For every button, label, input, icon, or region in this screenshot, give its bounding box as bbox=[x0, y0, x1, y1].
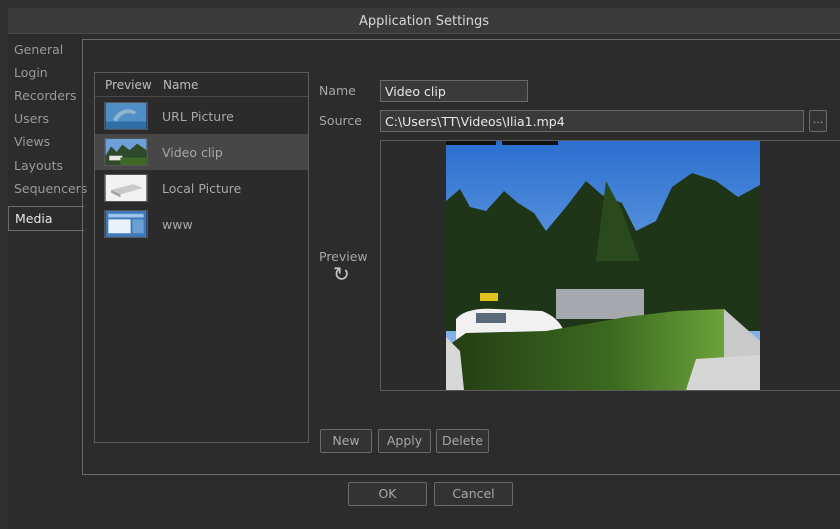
list-item-label: Video clip bbox=[162, 145, 223, 160]
dolphin-thumbnail bbox=[104, 102, 148, 130]
browse-button[interactable]: ... bbox=[809, 110, 827, 132]
webpage-thumbnail bbox=[104, 210, 148, 238]
refresh-icon[interactable]: ↻ bbox=[333, 262, 350, 286]
street-thumbnail bbox=[104, 138, 148, 166]
media-list: Preview Name URL Picture Video clip Loca… bbox=[94, 72, 309, 443]
nav-item-general[interactable]: General bbox=[8, 40, 84, 62]
nav-item-layouts[interactable]: Layouts bbox=[8, 156, 84, 178]
list-item-label: URL Picture bbox=[162, 109, 234, 124]
nav-item-login[interactable]: Login bbox=[8, 63, 84, 85]
cancel-button[interactable]: Cancel bbox=[434, 482, 513, 506]
title-bar: Application Settings bbox=[8, 8, 840, 34]
source-input[interactable] bbox=[380, 110, 804, 132]
nav-item-sequencers[interactable]: Sequencers bbox=[8, 179, 87, 201]
nav-item-views[interactable]: Views bbox=[8, 132, 84, 154]
list-item-label: Local Picture bbox=[162, 181, 242, 196]
column-preview[interactable]: Preview bbox=[105, 78, 152, 92]
column-name[interactable]: Name bbox=[163, 78, 198, 92]
list-item-video-clip[interactable]: Video clip bbox=[95, 134, 308, 170]
new-button[interactable]: New bbox=[320, 429, 372, 453]
nav-item-media[interactable]: Media bbox=[8, 206, 84, 231]
settings-window: General Login Recorders Users Views Layo… bbox=[8, 34, 840, 529]
ok-button[interactable]: OK bbox=[348, 482, 427, 506]
preview-frame bbox=[380, 140, 840, 391]
delete-button[interactable]: Delete bbox=[436, 429, 489, 453]
source-label: Source bbox=[319, 113, 362, 128]
name-input[interactable] bbox=[380, 80, 528, 102]
device-thumbnail bbox=[104, 174, 148, 202]
nav-item-users[interactable]: Users bbox=[8, 109, 84, 131]
video-preview-image bbox=[446, 141, 760, 390]
list-item-url-picture[interactable]: URL Picture bbox=[95, 98, 308, 134]
apply-button[interactable]: Apply bbox=[378, 429, 431, 453]
list-item-www[interactable]: www bbox=[95, 206, 308, 242]
window-title: Application Settings bbox=[358, 14, 490, 29]
list-item-local-picture[interactable]: Local Picture bbox=[95, 170, 308, 206]
list-item-label: www bbox=[162, 217, 193, 232]
name-label: Name bbox=[319, 83, 356, 98]
nav-item-recorders[interactable]: Recorders bbox=[8, 86, 84, 108]
media-list-header: Preview Name bbox=[95, 73, 308, 97]
